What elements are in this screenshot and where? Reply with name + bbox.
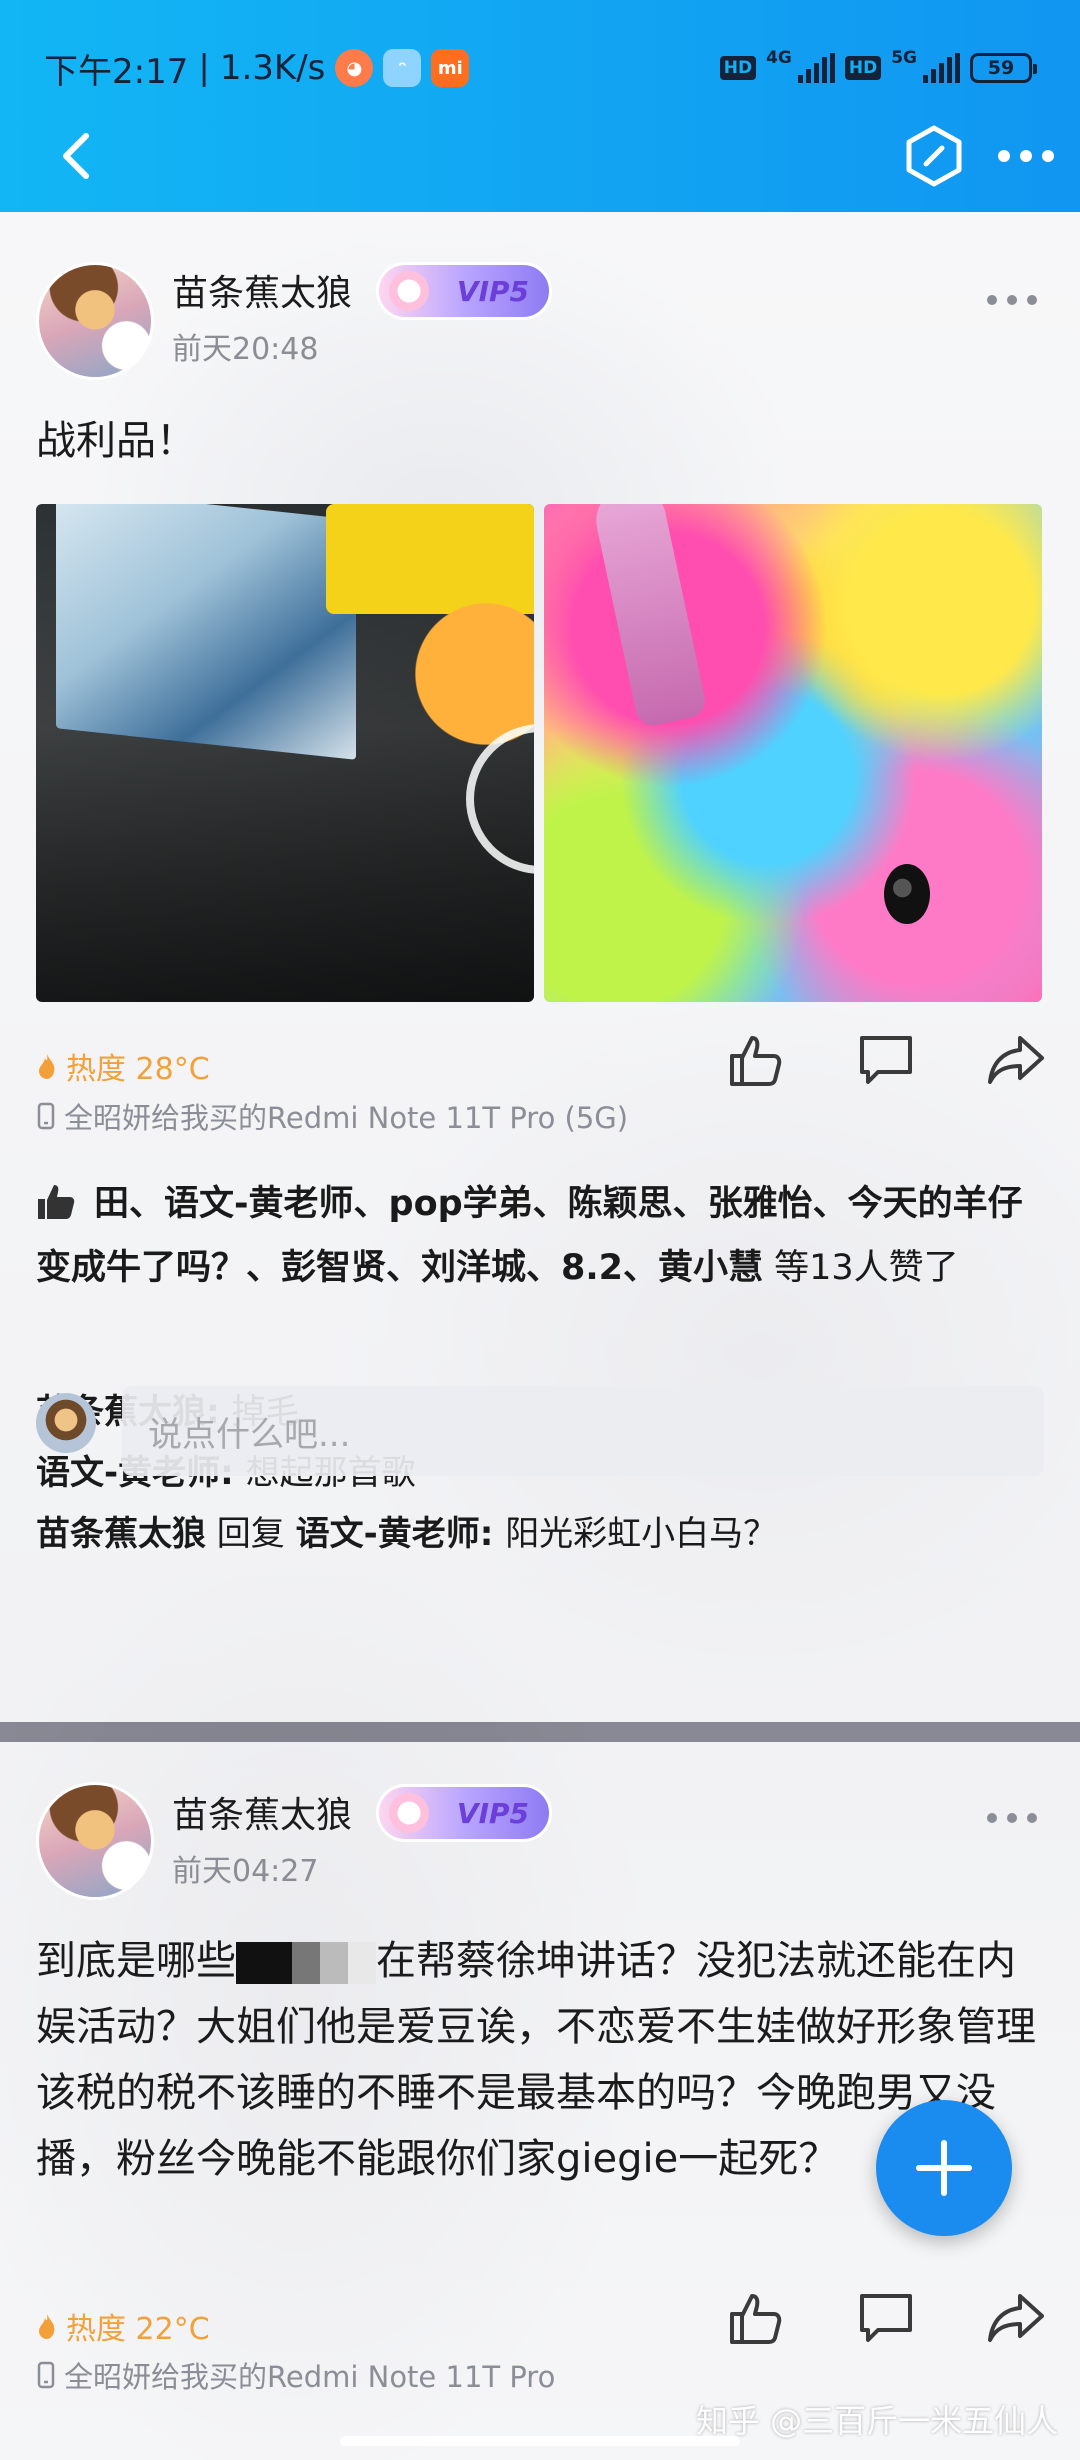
heat-indicator: 热度 28°C	[36, 1044, 210, 1088]
post-card[interactable]: 苗条蕉太狼 VIP5 前天20:48 战利品！ 热度 28°C 全昭妍给我买的R…	[0, 212, 1080, 1722]
likes-suffix: 等13人赞了	[763, 1248, 959, 1288]
photo-screen	[56, 504, 356, 760]
network-4g-label: 4G	[766, 48, 792, 68]
my-avatar	[36, 1393, 96, 1453]
comment-user[interactable]: 苗条蕉太狼	[36, 1514, 206, 1554]
home-indicator[interactable]	[340, 2436, 740, 2446]
phone-icon	[37, 2361, 55, 2389]
post-text-before: 到底是哪些	[36, 1938, 236, 1984]
post-image-2[interactable]	[544, 504, 1042, 1002]
phone-icon	[37, 1102, 55, 1130]
avatar[interactable]	[36, 262, 154, 380]
hd-icon: HD	[719, 56, 757, 80]
network-5g-label: 5G	[891, 48, 917, 68]
post-more-icon[interactable]	[986, 292, 1038, 308]
post-time: 前天04:27	[172, 1854, 319, 1889]
unicorn-eye	[884, 864, 930, 924]
likes-list[interactable]: 田、语文-黄老师、pop学弟、陈颖思、张雅怡、今天的羊仔 变成牛了吗？、彭智贤、…	[36, 1172, 1046, 1300]
device-text: 全昭妍给我买的Redmi Note 11T Pro (5G)	[64, 1101, 629, 1135]
post-card[interactable]: 苗条蕉太狼 VIP5 前天04:27 到底是哪些 在帮蔡徐坤讲话？没犯法就还能在内…	[0, 1742, 1080, 2460]
status-bar-right: HD 4G HD 5G 59	[719, 48, 1037, 88]
signal-icon	[923, 53, 960, 83]
heat-indicator: 热度 22°C	[36, 2304, 210, 2348]
post-text: 战利品！	[36, 418, 196, 464]
back-arrow-icon[interactable]	[56, 128, 104, 184]
flame-icon	[39, 2314, 55, 2339]
comment-colon: :	[479, 1514, 506, 1554]
panda-app-icon: ◕	[335, 49, 374, 87]
device-text: 全昭妍给我买的Redmi Note 11T Pro	[64, 2360, 556, 2394]
censor-mosaic	[236, 1942, 376, 1984]
post-more-icon[interactable]	[986, 1810, 1038, 1826]
heat-text: 热度 22°C	[66, 2312, 210, 2347]
thumbs-up-icon[interactable]	[724, 1030, 784, 1090]
avatar[interactable]	[36, 1782, 154, 1900]
comment-text: 阳光彩虹小白马？	[505, 1514, 778, 1554]
post-image-1[interactable]	[36, 504, 534, 1002]
hd-icon: HD	[844, 56, 882, 80]
comment-input[interactable]: 说点什么吧...	[122, 1386, 1044, 1476]
post-author[interactable]: 苗条蕉太狼	[172, 1786, 352, 1838]
reply-target[interactable]: 语文-黄老师	[296, 1514, 480, 1554]
heat-text: 热度 28°C	[66, 1052, 210, 1087]
flame-icon	[39, 1054, 55, 1079]
more-options-icon[interactable]	[994, 140, 1058, 172]
vip-badge: VIP5	[376, 262, 552, 320]
thumbs-up-icon[interactable]	[724, 2288, 784, 2348]
cat-app-icon: ᵔ	[383, 49, 422, 87]
reply-word: 回复	[206, 1514, 296, 1554]
comment-item[interactable]: 苗条蕉太狼 回复 语文-黄老师: 阳光彩虹小白马？	[36, 1504, 1046, 1565]
status-bar-left: 下午2:17 | 1.3K/s ◕ ᵔ mi	[44, 44, 470, 92]
status-time: 下午2:17	[44, 51, 189, 92]
add-post-button[interactable]	[876, 2100, 1012, 2236]
like-filled-icon	[38, 1185, 75, 1219]
signal-icon	[797, 53, 835, 83]
share-icon[interactable]	[986, 1030, 1046, 1090]
comment-icon[interactable]	[856, 1030, 916, 1090]
post-divider	[0, 1722, 1080, 1742]
device-info: 全昭妍给我买的Redmi Note 11T Pro (5G)	[36, 1095, 628, 1137]
comment-icon[interactable]	[856, 2288, 916, 2348]
network-speed: 1.3K/s	[219, 48, 326, 88]
mi-app-icon: mi	[431, 49, 470, 87]
comment-placeholder: 说点什么吧...	[148, 1414, 351, 1455]
status-separator: |	[198, 48, 210, 88]
device-info: 全昭妍给我买的Redmi Note 11T Pro	[36, 2354, 555, 2396]
post-time: 前天20:48	[172, 332, 319, 367]
vip-badge: VIP5	[376, 1784, 552, 1842]
watermark: 知乎 @三百斤一米五仙人	[696, 2402, 1059, 2440]
top-bar: 下午2:17 | 1.3K/s ◕ ᵔ mi HD 4G HD 5G 59	[0, 0, 1080, 212]
post-author[interactable]: 苗条蕉太狼	[172, 264, 352, 316]
unicorn-horn	[589, 504, 709, 729]
hexagon-edit-icon[interactable]	[904, 124, 964, 188]
battery-icon: 59	[970, 53, 1037, 83]
share-icon[interactable]	[986, 2288, 1046, 2348]
